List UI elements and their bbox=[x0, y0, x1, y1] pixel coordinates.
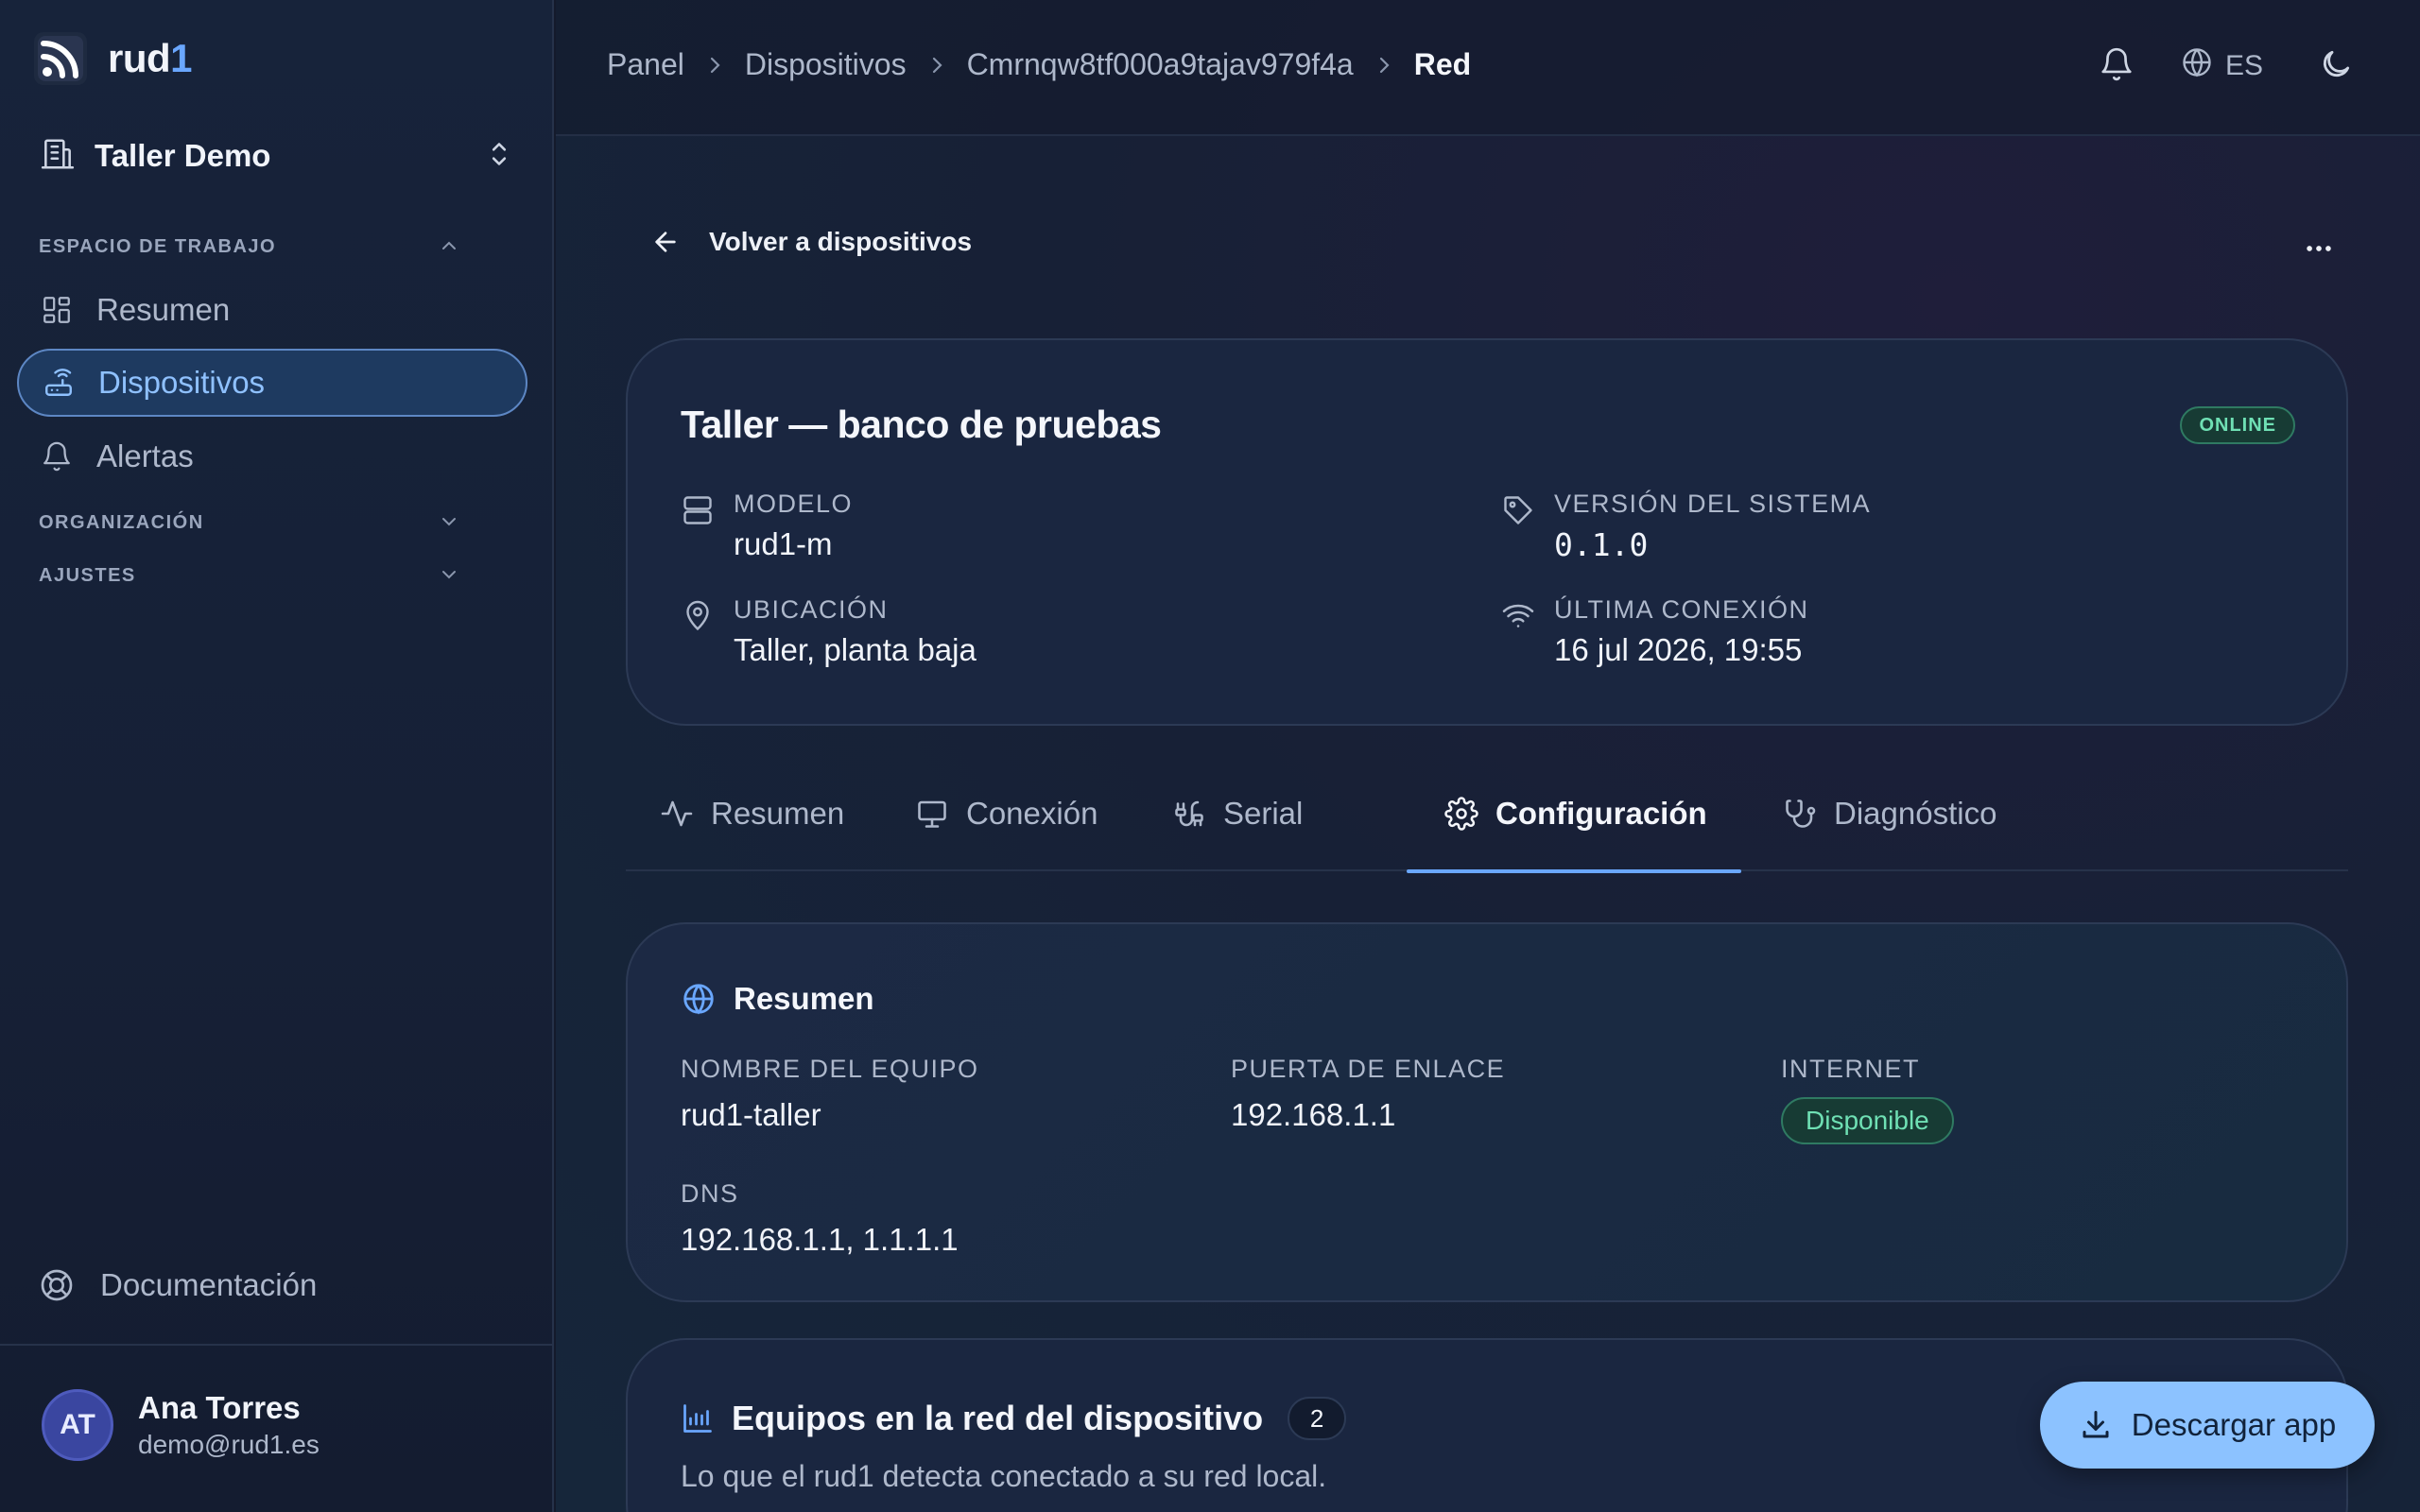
user-menu[interactable]: AT Ana Torres demo@rud1.es bbox=[42, 1389, 320, 1461]
tab-conexion[interactable]: Conexión bbox=[915, 756, 1098, 871]
notifications-bell-icon[interactable] bbox=[2099, 46, 2135, 87]
building-icon bbox=[40, 136, 76, 177]
monitor-icon bbox=[915, 797, 949, 831]
field-dns: DNS 192.168.1.1, 1.1.1.1 bbox=[681, 1179, 959, 1257]
chevron-right-icon bbox=[1376, 55, 1392, 76]
arrow-left-icon bbox=[650, 227, 681, 257]
user-email: demo@rud1.es bbox=[138, 1430, 320, 1459]
breadcrumb-panel[interactable]: Panel bbox=[607, 47, 684, 82]
rud1-logo-icon bbox=[34, 32, 87, 85]
grid-icon bbox=[40, 293, 74, 327]
device-tabs: Resumen Conexión Serial Configuración Di… bbox=[626, 756, 2348, 873]
tab-configuracion[interactable]: Configuración bbox=[1407, 756, 1741, 873]
chevron-up-icon bbox=[440, 236, 458, 258]
router-icon bbox=[42, 366, 76, 400]
map-pin-icon bbox=[681, 595, 718, 668]
dark-mode-moon-icon[interactable] bbox=[2318, 46, 2354, 87]
chevrons-updown-icon bbox=[486, 138, 512, 175]
stethoscope-icon bbox=[1783, 797, 1817, 831]
tag-icon bbox=[1501, 490, 1539, 563]
breadcrumb-dispositivos[interactable]: Dispositivos bbox=[745, 47, 907, 82]
breadcrumb: Panel Dispositivos Cmrnqw8tf000a9tajav97… bbox=[607, 47, 1471, 82]
cable-icon bbox=[1172, 797, 1206, 831]
globe-icon bbox=[681, 981, 717, 1017]
card-title: Resumen bbox=[681, 981, 874, 1017]
sidebar-item-label: Resumen bbox=[96, 292, 231, 327]
server-icon bbox=[681, 490, 718, 562]
device-card: Taller — banco de pruebas ONLINE MODELO r… bbox=[626, 338, 2348, 726]
breadcrumb-device-id[interactable]: Cmrnqw8tf000a9tajav979f4a bbox=[967, 47, 1354, 82]
status-badge: ONLINE bbox=[2180, 406, 2295, 444]
sidebar-item-label: Dispositivos bbox=[98, 365, 266, 400]
bell-icon bbox=[40, 439, 74, 473]
tab-resumen[interactable]: Resumen bbox=[660, 756, 844, 871]
sidebar-item-alertas[interactable]: Alertas bbox=[17, 422, 527, 490]
globe-icon bbox=[2180, 45, 2214, 87]
back-to-devices-link[interactable]: Volver a dispositivos bbox=[650, 227, 972, 257]
main-content: Panel Dispositivos Cmrnqw8tf000a9tajav97… bbox=[556, 0, 2420, 1512]
sidebar: rud1 Taller Demo ESPACIO DE TRABAJO Resu… bbox=[0, 0, 554, 1512]
section-settings[interactable]: AJUSTES bbox=[39, 565, 511, 587]
brand[interactable]: rud1 bbox=[34, 32, 193, 85]
field-gateway: PUERTA DE ENLACE 192.168.1.1 bbox=[1231, 1055, 1506, 1132]
language-code: ES bbox=[2224, 50, 2263, 81]
avatar: AT bbox=[42, 1389, 113, 1461]
info-last-connection: ÚLTIMA CONEXIÓN 16 jul 2026, 19:55 bbox=[1501, 595, 1809, 668]
section-workspace[interactable]: ESPACIO DE TRABAJO bbox=[39, 236, 511, 258]
section-organization[interactable]: ORGANIZACIÓN bbox=[39, 512, 511, 534]
documentation-link[interactable]: Documentación bbox=[38, 1266, 317, 1304]
org-name: Taller Demo bbox=[95, 138, 271, 173]
lifebuoy-icon bbox=[38, 1266, 76, 1304]
user-name: Ana Torres bbox=[138, 1390, 301, 1425]
field-hostname: NOMBRE DEL EQUIPO rud1-taller bbox=[681, 1055, 979, 1132]
chevron-down-icon bbox=[440, 512, 458, 534]
network-summary-card: Resumen NOMBRE DEL EQUIPO rud1-taller PU… bbox=[626, 922, 2348, 1302]
card-title: Equipos en la red del dispositivo 2 bbox=[681, 1397, 1347, 1440]
download-app-button[interactable]: Descargar app bbox=[2040, 1382, 2375, 1469]
sidebar-item-dispositivos[interactable]: Dispositivos bbox=[17, 349, 527, 417]
chart-icon bbox=[681, 1401, 715, 1435]
info-model: MODELO rud1-m bbox=[681, 490, 853, 562]
wifi-icon bbox=[1501, 595, 1539, 668]
chevron-down-icon bbox=[440, 565, 458, 587]
sidebar-item-resumen[interactable]: Resumen bbox=[17, 276, 527, 344]
download-icon bbox=[2079, 1408, 2113, 1442]
tab-serial[interactable]: Serial bbox=[1172, 756, 1303, 871]
language-switcher[interactable]: ES bbox=[2180, 45, 2263, 87]
tab-diagnostico[interactable]: Diagnóstico bbox=[1783, 756, 1996, 871]
field-internet: INTERNET Disponible bbox=[1781, 1055, 1954, 1144]
count-badge: 2 bbox=[1288, 1397, 1347, 1440]
org-switcher[interactable]: Taller Demo bbox=[40, 132, 512, 180]
divider bbox=[0, 1344, 554, 1346]
chevron-right-icon bbox=[929, 55, 944, 76]
sidebar-item-label: Alertas bbox=[96, 438, 194, 473]
breadcrumb-current: Red bbox=[1413, 47, 1472, 81]
chevron-right-icon bbox=[707, 55, 722, 76]
activity-icon bbox=[660, 797, 694, 831]
internet-status-badge: Disponible bbox=[1781, 1097, 1954, 1144]
topbar: Panel Dispositivos Cmrnqw8tf000a9tajav97… bbox=[556, 0, 2420, 136]
info-version: VERSIÓN DEL SISTEMA 0.1.0 bbox=[1501, 490, 1871, 563]
card-subtitle: Lo que el rud1 detecta conectado a su re… bbox=[681, 1459, 1327, 1493]
brand-name: rud1 bbox=[108, 36, 193, 80]
gear-icon bbox=[1444, 797, 1478, 831]
device-title: Taller — banco de pruebas bbox=[681, 403, 1162, 446]
more-options-icon[interactable] bbox=[2303, 232, 2335, 269]
info-location: UBICACIÓN Taller, planta baja bbox=[681, 595, 977, 668]
